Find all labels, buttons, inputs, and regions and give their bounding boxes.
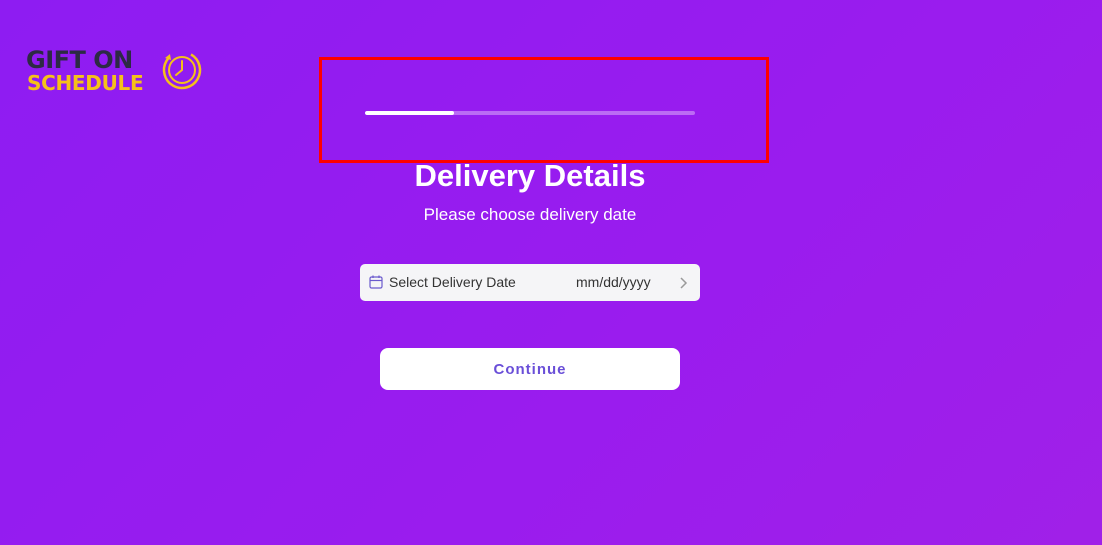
progress-bar (365, 111, 695, 115)
brand-logo[interactable]: GIFT ON SCHEDULE (26, 46, 206, 98)
logo-text-top: GIFT ON (26, 46, 133, 74)
chevron-right-icon (680, 277, 688, 289)
calendar-icon (369, 275, 383, 289)
logo-text-bottom: SCHEDULE (27, 71, 144, 95)
page-title: Delivery Details (414, 158, 646, 193)
date-picker-value[interactable]: mm/dd/yyyy (576, 274, 651, 291)
clock-icon (162, 50, 202, 90)
delivery-date-picker[interactable]: Select Delivery Date mm/dd/yyyy (360, 264, 700, 301)
progress-bar-fill (365, 111, 455, 115)
page-subtitle: Please choose delivery date (423, 205, 637, 224)
date-picker-label: Select Delivery Date (389, 274, 516, 290)
continue-button[interactable]: Continue (380, 348, 680, 390)
highlight-annotation (319, 57, 769, 163)
